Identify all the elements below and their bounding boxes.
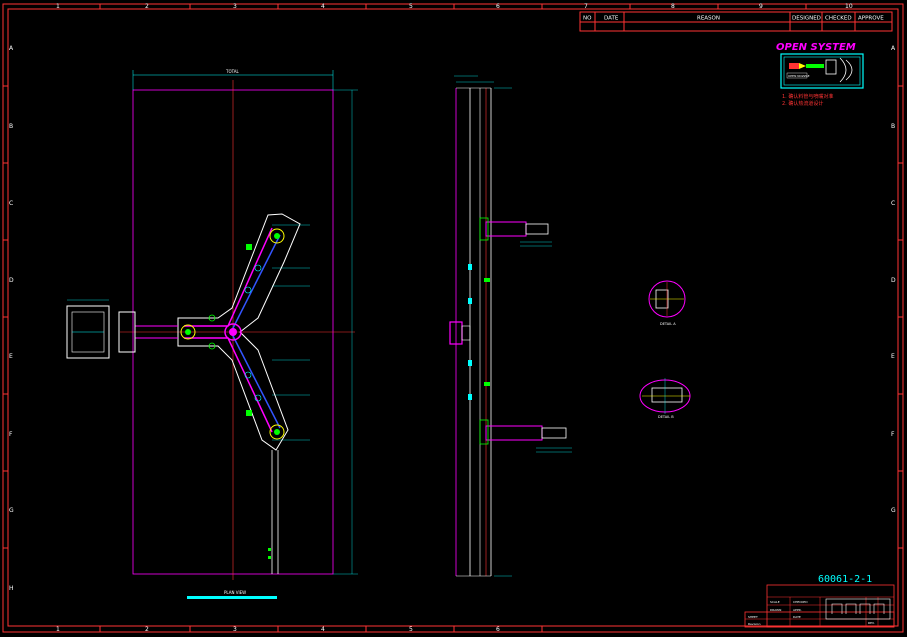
row-marker: E	[891, 353, 895, 360]
row-marker: D	[9, 277, 14, 284]
detail-b-label: DETAIL B	[658, 415, 674, 419]
title-block-cell: DATE	[793, 615, 801, 619]
top-dimension-label: TOTAL	[225, 69, 239, 74]
title-block: SCALE DRAWN CHECKED APPR. SHEET Revision…	[744, 584, 895, 628]
revision-header: APPROVE	[858, 16, 884, 22]
revision-header: REASON	[697, 16, 720, 22]
side-lower-arm	[485, 425, 543, 441]
title-block-cell: APPR.	[793, 608, 802, 612]
col-marker: 10	[845, 3, 853, 10]
row-marker: H	[9, 585, 14, 592]
detail-b: DETAIL B	[639, 378, 691, 419]
nozzle-icon	[789, 63, 799, 69]
row-marker: C	[9, 200, 13, 207]
revision-header: DESIGNED	[792, 16, 821, 22]
front-view-caption: PLAN VIEW	[224, 590, 246, 595]
row-marker: B	[9, 123, 13, 130]
open-system-note: 2. 确认热流道设计	[782, 100, 823, 107]
row-marker: C	[891, 200, 895, 207]
row-marker: F	[9, 431, 13, 438]
col-marker: 1	[56, 626, 60, 633]
row-marker: G	[9, 507, 14, 514]
col-marker: 1	[56, 3, 60, 10]
col-marker: 3	[233, 3, 237, 10]
open-system-title: OPEN SYSTEM	[776, 42, 856, 53]
title-block-cell: Revision	[748, 622, 761, 626]
col-marker: 9	[759, 3, 763, 10]
row-marker: B	[891, 123, 895, 130]
col-marker: 4	[321, 626, 325, 633]
row-markers: A B C D E F G H A B C D E F G	[9, 45, 896, 592]
col-marker: 5	[409, 626, 413, 633]
revision-table: NO DATE REASON DESIGNED CHECKED APPROVE	[579, 11, 893, 32]
col-marker: 2	[145, 626, 149, 633]
row-marker: A	[9, 45, 14, 52]
row-marker: A	[891, 45, 896, 52]
row-marker: D	[891, 277, 896, 284]
title-block-cell: CHECKED	[793, 600, 808, 604]
title-block-cell: DRAWN	[770, 608, 781, 612]
col-marker: 3	[233, 626, 237, 633]
revision-header: DATE	[604, 16, 619, 22]
col-marker: 8	[671, 3, 675, 10]
title-block-cell: SHEET	[748, 615, 758, 619]
side-view	[449, 75, 572, 577]
col-marker: 2	[145, 3, 149, 10]
detail-a: DETAIL A	[648, 280, 686, 326]
sheet-border	[2, 3, 904, 633]
row-marker: F	[891, 431, 895, 438]
open-system-icon-label: OPEN NOZZLE	[788, 74, 810, 78]
col-marker: 4	[321, 3, 325, 10]
revision-header: NO	[583, 16, 592, 22]
row-marker: G	[891, 507, 896, 514]
open-system-note: 1. 确认料管与喷嘴对准	[782, 93, 833, 100]
row-marker: E	[9, 353, 13, 360]
col-marker: 6	[496, 626, 500, 633]
open-system-legend: OPEN SYSTEM OPEN NOZZLE 1. 确认料管与喷嘴对准 2. …	[776, 42, 864, 107]
col-marker: 7	[584, 3, 588, 10]
drawing-number: 60061-2-1	[818, 574, 872, 585]
col-marker: 5	[409, 3, 413, 10]
title-block-cell: SCALE	[770, 600, 780, 604]
detail-a-label: DETAIL A	[660, 322, 676, 326]
title-block-cell: REV.	[868, 621, 875, 625]
col-marker: 6	[496, 3, 500, 10]
cad-drawing-sheet: 1 2 3 4 5 6 7 8 9 10 1 2 3 4 5 6 A B C D…	[2, 3, 904, 633]
company-logo	[825, 598, 891, 620]
revision-header: CHECKED	[825, 16, 852, 22]
open-system-icon-frame	[780, 53, 864, 89]
front-view: TOTAL PLAN VIEW	[66, 69, 358, 599]
side-upper-arm	[485, 221, 527, 237]
